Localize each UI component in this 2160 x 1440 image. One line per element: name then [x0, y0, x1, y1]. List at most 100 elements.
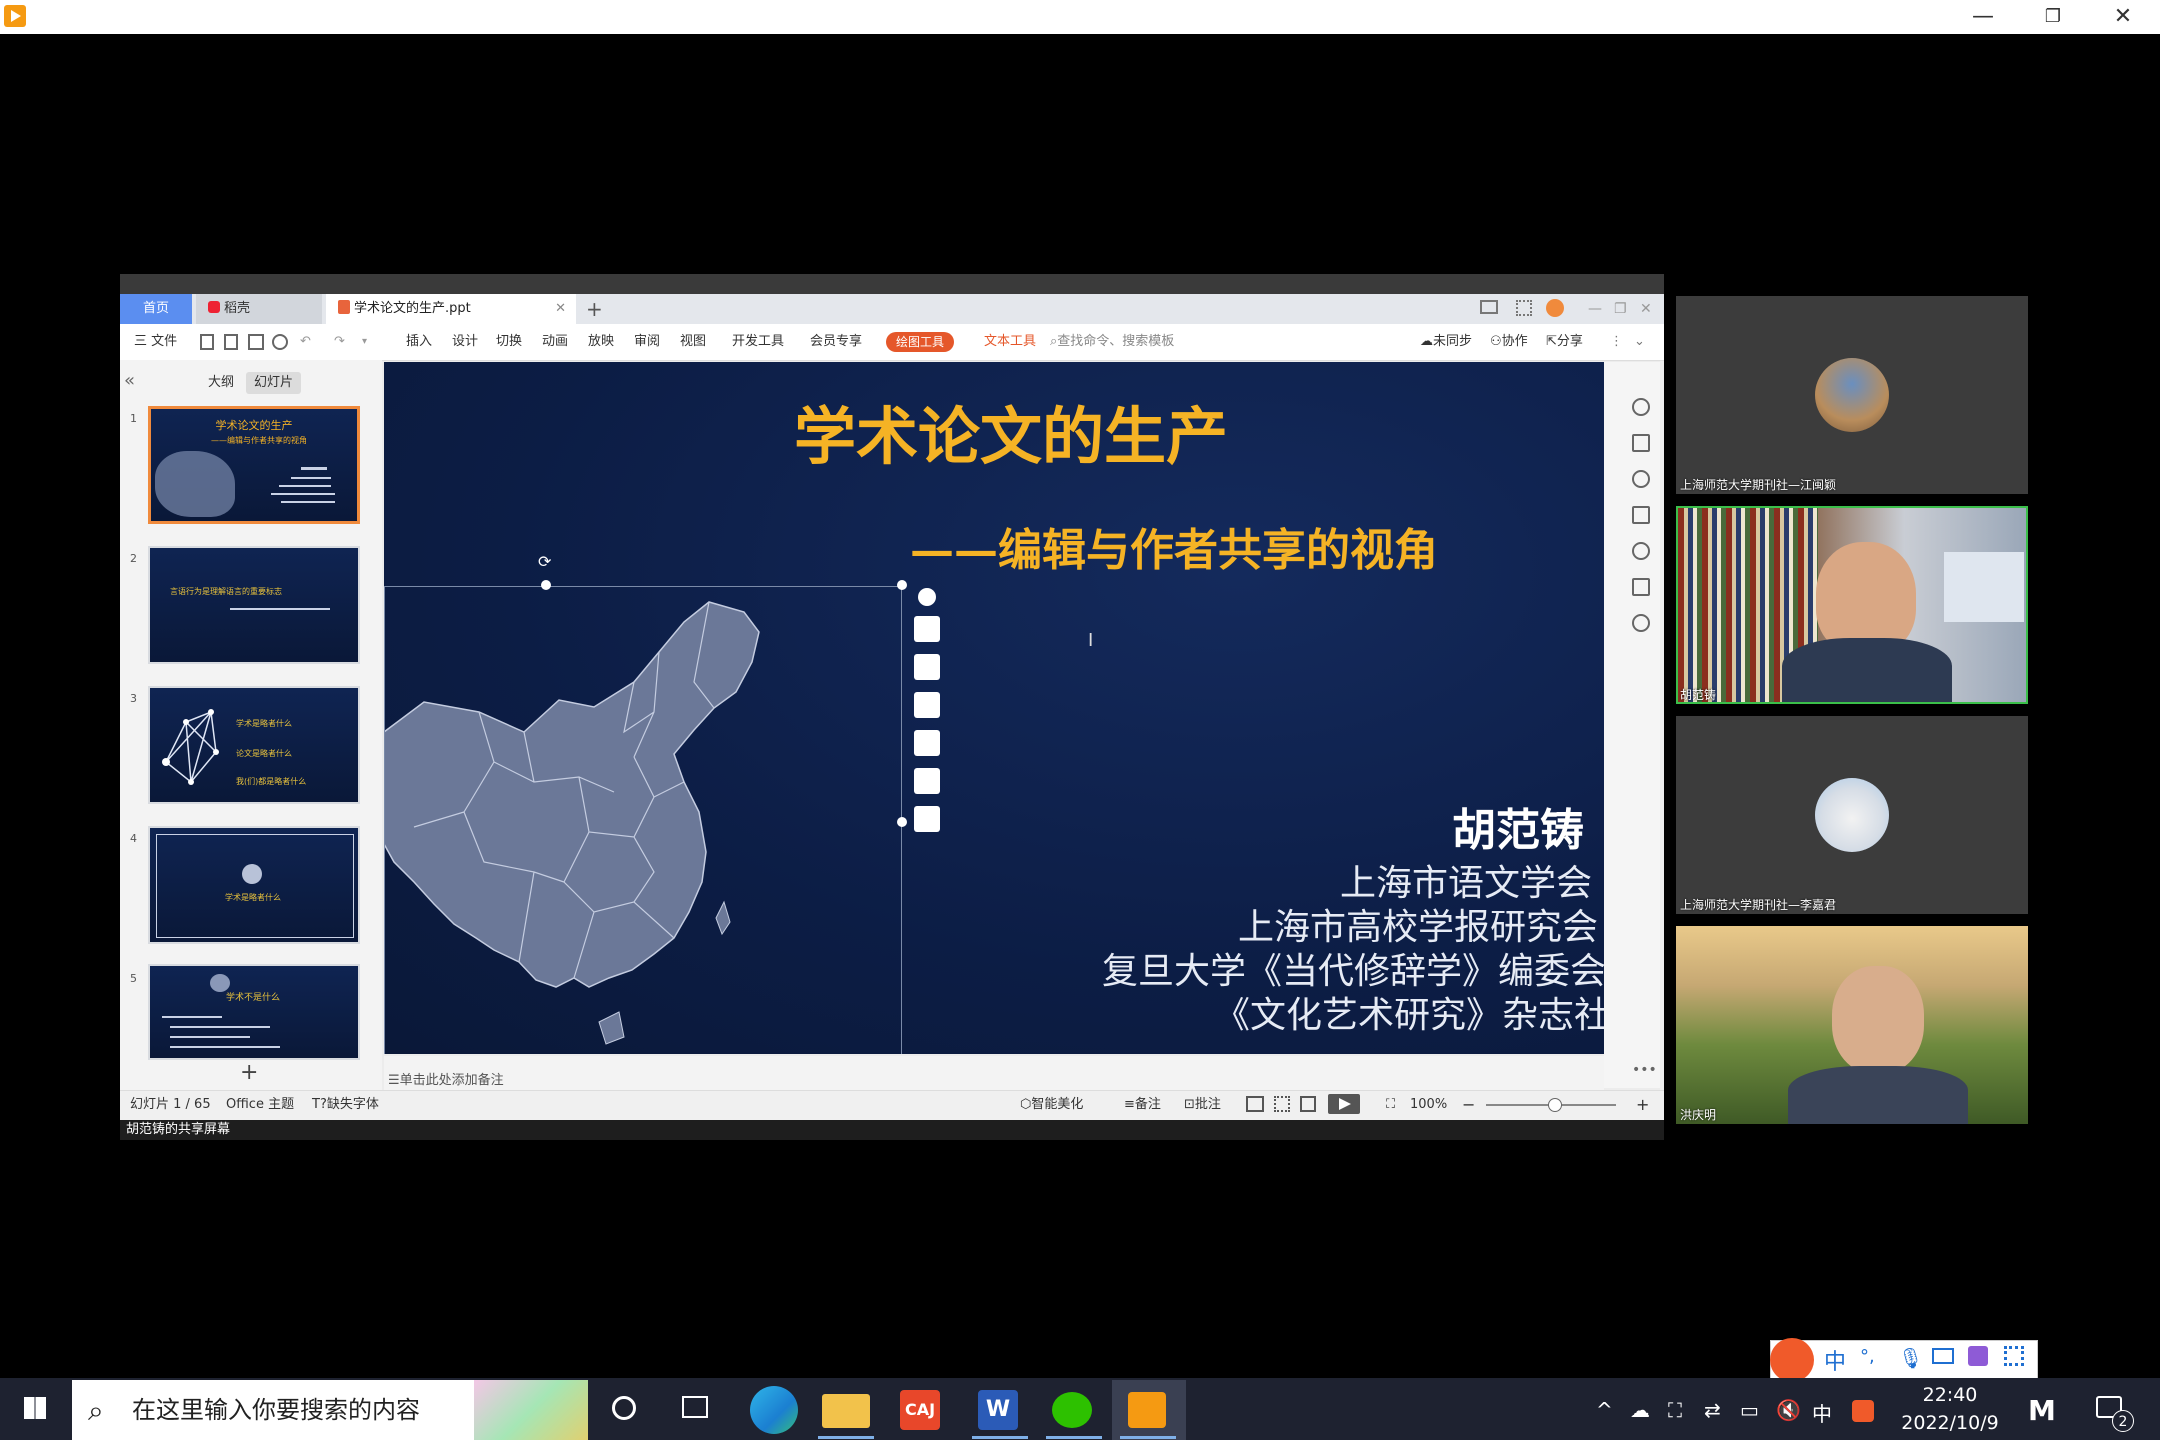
missing-font[interactable]: T?缺失字体	[312, 1090, 379, 1120]
close-button[interactable]: ✕	[2090, 0, 2156, 34]
comments-toggle[interactable]: ⊡批注	[1184, 1090, 1221, 1120]
export-icon[interactable]	[224, 334, 238, 350]
slide-subtitle[interactable]: ——编辑与作者共享的视角	[910, 514, 1438, 578]
save-icon[interactable]	[200, 334, 214, 350]
minimize-button[interactable]: —	[1950, 0, 2016, 34]
caj-viewer-icon[interactable]: CAJ	[900, 1390, 940, 1430]
collab-button[interactable]: ⚇协作	[1490, 324, 1528, 360]
theme-name[interactable]: Office 主题	[226, 1090, 294, 1120]
crop-image-icon[interactable]	[914, 616, 940, 642]
task-view-icon[interactable]	[682, 1396, 708, 1418]
input-language-indicator[interactable]: 中	[1812, 1398, 1832, 1427]
command-search[interactable]: ⌕查找命令、搜索模板	[1050, 324, 1174, 360]
redo-icon[interactable]: ↷	[334, 324, 345, 360]
slide-canvas[interactable]: 学术论文的生产 ——编辑与作者共享的视角 ⟳ 胡范铸 上海市语文学会 上海市高校…	[384, 362, 1604, 1054]
menu-insert[interactable]: 插入	[406, 324, 432, 360]
undo-icon[interactable]: ↶	[300, 324, 311, 360]
idea-bulb-icon[interactable]	[914, 806, 940, 832]
zoom-out-icon[interactable]: −	[1462, 1090, 1475, 1120]
network-settings-icon[interactable]: ⇄	[1704, 1398, 1721, 1422]
tab-home[interactable]: 首页	[120, 294, 192, 324]
volume-muted-icon[interactable]: 🔇	[1776, 1398, 1801, 1422]
more-icon[interactable]: ⋮	[1610, 324, 1623, 360]
chevron-down-icon[interactable]: ⌄	[1634, 324, 1645, 360]
close-tab-icon[interactable]: ✕	[555, 294, 566, 324]
screen-capture-icon[interactable]: ⛶	[1668, 1398, 1682, 1422]
settings-sliders-icon[interactable]	[1632, 434, 1650, 452]
skin-icon[interactable]	[1968, 1346, 1988, 1366]
drawing-tools-tab[interactable]: 绘图工具	[886, 332, 955, 352]
normal-view-icon[interactable]	[1246, 1096, 1264, 1112]
notes-toggle[interactable]: ≡备注	[1124, 1090, 1161, 1120]
location-icon[interactable]	[1632, 614, 1650, 632]
affiliation-4[interactable]: 《文化艺术研究》杂志社	[1214, 986, 1604, 1038]
onedrive-cloud-icon[interactable]: ☁	[1630, 1398, 1650, 1422]
sync-status[interactable]: ☁未同步	[1420, 324, 1472, 360]
zoom-level[interactable]: 100%	[1410, 1090, 1447, 1120]
author-name[interactable]: 胡范铸	[1452, 794, 1584, 858]
grid-icon[interactable]	[1516, 300, 1532, 316]
restore-button[interactable]: ❐	[2020, 0, 2086, 34]
battery-icon[interactable]: ▭	[1740, 1398, 1759, 1422]
text-tools-tab[interactable]: 文本工具	[984, 324, 1036, 360]
keyboard-icon[interactable]	[1932, 1348, 1954, 1364]
copy-icon[interactable]	[1632, 506, 1650, 524]
layout-icon[interactable]	[1480, 300, 1498, 314]
layers-icon[interactable]	[914, 654, 940, 680]
clock-date[interactable]: 2022/10/9	[1898, 1412, 2002, 1434]
wps-minimize-icon[interactable]: —	[1588, 294, 1602, 324]
sorter-view-icon[interactable]	[1274, 1096, 1290, 1112]
menu-view[interactable]: 视图	[680, 324, 706, 360]
participant-tile[interactable]	[1676, 296, 2028, 494]
menu-developer[interactable]: 开发工具	[732, 324, 784, 360]
slide-title[interactable]: 学术论文的生产	[384, 386, 1604, 476]
wps-close-icon[interactable]: ✕	[1640, 294, 1652, 324]
participant-tile[interactable]	[1676, 716, 2028, 914]
gallery-icon[interactable]	[1632, 578, 1650, 596]
windows-start-icon[interactable]	[24, 1397, 46, 1419]
clock-time[interactable]: 22:40	[1904, 1384, 1996, 1406]
share-button[interactable]: ⇱分享	[1546, 324, 1583, 360]
slide-thumbnail-2[interactable]: 言语行为是理解语言的重要标志	[148, 546, 360, 664]
participant-video-tile[interactable]	[1676, 926, 2028, 1124]
more-options-icon[interactable]: •••	[1632, 1062, 1657, 1078]
resize-handle[interactable]	[897, 580, 907, 590]
ime-language[interactable]: 中	[1824, 1344, 1846, 1376]
resize-handle[interactable]	[541, 580, 551, 590]
slide-thumbnail-1[interactable]: 学术论文的生产 ——编辑与作者共享的视角	[148, 406, 360, 524]
menu-animation[interactable]: 动画	[542, 324, 568, 360]
toolbox-icon[interactable]	[2004, 1346, 2024, 1366]
participant-video-tile[interactable]	[1676, 506, 2028, 704]
menu-slideshow[interactable]: 放映	[588, 324, 614, 360]
word-icon[interactable]: W	[978, 1390, 1018, 1430]
rocket-icon[interactable]	[1632, 398, 1650, 416]
show-desktop-logo-icon[interactable]: M	[2028, 1394, 2056, 1427]
cortana-icon[interactable]	[612, 1396, 636, 1420]
fill-icon[interactable]	[914, 730, 940, 756]
smart-beautify[interactable]: ⬡智能美化	[1020, 1090, 1083, 1120]
slide-thumbnail-3[interactable]: 学术是略者什么 论文是略者什么 我(们)都是略者什么	[148, 686, 360, 804]
slide-thumbnail-4[interactable]: 学术是略者什么	[148, 826, 360, 944]
menu-review[interactable]: 审阅	[634, 324, 660, 360]
rotate-handle-icon[interactable]: ⟳	[538, 552, 551, 571]
menu-design[interactable]: 设计	[452, 324, 478, 360]
slides-tab[interactable]: 幻灯片	[246, 372, 302, 394]
punctuation-icon[interactable]: °,	[1860, 1346, 1875, 1367]
sogou-tray-icon[interactable]	[1852, 1400, 1874, 1422]
help-icon[interactable]	[1632, 542, 1650, 560]
zoom-in-icon[interactable]: +	[1636, 1090, 1649, 1120]
menu-file[interactable]: 三 文件	[134, 324, 177, 360]
avatar-icon[interactable]	[1546, 299, 1564, 317]
menu-member[interactable]: 会员专享	[810, 324, 862, 360]
microphone-icon[interactable]: 🎙	[1898, 1346, 1923, 1370]
collapse-toolbar-icon[interactable]	[918, 588, 936, 606]
selection-box[interactable]	[384, 586, 902, 1054]
play-slideshow-button[interactable]	[1328, 1094, 1360, 1114]
zoom-slider-thumb[interactable]	[1548, 1098, 1562, 1112]
notes-bar[interactable]: ☰单击此处添加备注	[384, 1056, 1604, 1090]
tab-presentation-file[interactable]: 学术论文的生产.ppt ✕	[326, 294, 576, 324]
reading-view-icon[interactable]	[1300, 1096, 1316, 1112]
frame-icon[interactable]	[914, 768, 940, 794]
add-slide-button[interactable]: +	[240, 1060, 258, 1085]
collapse-panel-icon[interactable]: «	[124, 370, 135, 391]
